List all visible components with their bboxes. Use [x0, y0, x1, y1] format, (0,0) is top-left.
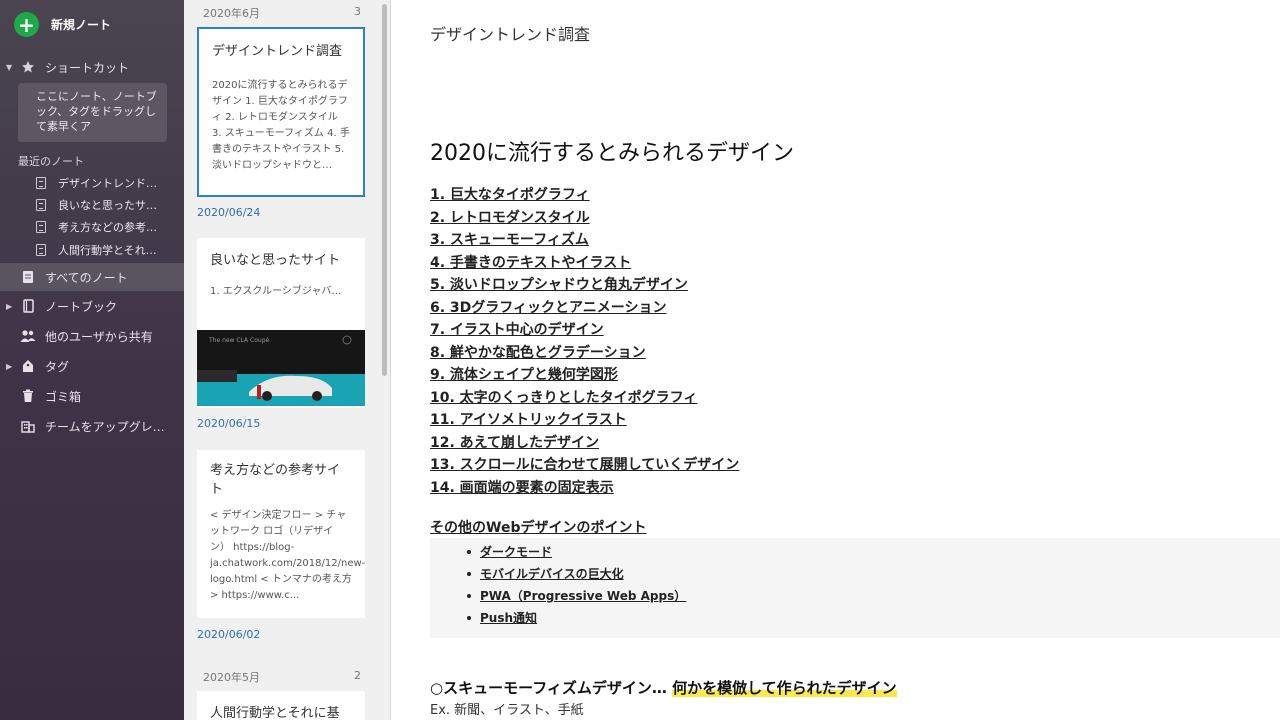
trend-link[interactable]: 12. あえて崩したデザイン	[430, 432, 739, 455]
recent-note-item[interactable]: 考え方などの参考…	[36, 218, 157, 236]
others-link[interactable]: モバイルデバイスの巨大化	[467, 563, 1280, 585]
trend-link[interactable]: 10. 太字のくっきりとしたタイポグラフィ	[430, 387, 739, 410]
month-header: 2020年5月	[203, 671, 260, 684]
month-note-count: 2	[354, 669, 361, 682]
note-card-snippet: 2020に流行するとみられるデザイン 1. 巨大なタイポグラフィ 2. レトロモ…	[212, 80, 350, 171]
month-header: 2020年6月	[203, 7, 260, 20]
trend-link[interactable]: 4. 手書きのテキストやイラスト	[430, 252, 739, 275]
note-title[interactable]: デザイントレンド調査	[430, 21, 590, 45]
recent-note-item[interactable]: デザイントレンド…	[36, 174, 157, 192]
sidebar-item-tags[interactable]: ▶ タグ	[0, 353, 184, 379]
notebook-icon	[20, 298, 36, 314]
sidebar-item-label: すべてのノート	[45, 270, 128, 285]
others-heading-link[interactable]: その他のWebデザインのポイント	[430, 517, 646, 537]
recent-note-label: 人間行動学とそれ…	[58, 244, 157, 257]
new-note-label: 新規ノート	[51, 18, 112, 32]
trash-icon	[20, 388, 36, 404]
note-icon	[36, 177, 46, 189]
plus-icon: +	[14, 12, 39, 37]
caret-right-icon[interactable]: ▶	[6, 362, 16, 371]
note-card-title: 人間行動学とそれに基	[210, 706, 340, 720]
others-link[interactable]: Push通知	[467, 607, 1280, 629]
shortcut-drop-hint: ここにノート、ノートブック、タグをドラッグして素早くア	[18, 83, 167, 142]
note-icon	[36, 244, 46, 256]
note-card-title: デザイントレンド調査	[212, 44, 343, 59]
note-list-scrollbar[interactable]	[382, 4, 387, 376]
sidebar-item-label: ゴミ箱	[45, 389, 82, 404]
caret-right-icon[interactable]: ▶	[6, 302, 16, 311]
note-thumbnail-image: The new CLA Coupé	[197, 330, 365, 406]
trend-link[interactable]: 9. 流体シェイプと幾何学図形	[430, 364, 739, 387]
note-card-title: 考え方などの参考サイト	[210, 463, 341, 497]
recent-note-label: 考え方などの参考…	[58, 221, 157, 234]
trend-link[interactable]: 13. スクロールに合わせて展開していくデザイン	[430, 454, 739, 477]
skeuomorphism-heading: ○スキューモーフィズムデザイン… 何かを模倣して作られたデザイン	[430, 677, 897, 698]
others-list: ダークモード モバイルデバイスの巨大化 PWA（Progressive Web …	[430, 538, 1280, 638]
note-icon	[36, 199, 46, 211]
sidebar-item-upgrade[interactable]: チームをアップグレ…	[0, 413, 184, 439]
note-card-snippet: 1. エクスクルーシブジャバ…	[210, 286, 342, 297]
note-card-title: 良いなと思ったサイト	[210, 253, 341, 268]
note-card[interactable]: 考え方などの参考サイト < デザイン決定フロー > チャットワーク ロゴ（リデザ…	[197, 450, 365, 618]
star-icon	[20, 59, 36, 75]
trend-link[interactable]: 2. レトロモダンスタイル	[430, 207, 739, 230]
note-heading: 2020に流行するとみられるデザイン	[430, 141, 794, 166]
thumbnail-caption: The new CLA Coupé	[208, 337, 270, 344]
sidebar-item-trash[interactable]: ゴミ箱	[0, 383, 184, 409]
note-card-date: 2020/06/15	[197, 417, 261, 430]
sidebar-item-label: タグ	[45, 359, 70, 374]
note-card[interactable]: デザイントレンド調査 2020に流行するとみられるデザイン 1. 巨大なタイポグ…	[197, 27, 365, 197]
month-note-count: 3	[354, 5, 361, 18]
building-icon	[20, 418, 36, 434]
sidebar: + 新規ノート ▼ ショートカット ここにノート、ノートブック、タグをドラッグし…	[0, 0, 184, 720]
tag-icon	[20, 358, 36, 374]
recent-notes-heading: 最近のノート	[18, 155, 84, 168]
sidebar-item-label: ノートブック	[45, 299, 118, 314]
trend-link[interactable]: 7. イラスト中心のデザイン	[430, 319, 739, 342]
sidebar-item-label: ショートカット	[45, 60, 130, 75]
users-icon	[20, 328, 36, 344]
trend-link[interactable]: 3. スキューモーフィズム	[430, 229, 739, 252]
trend-link[interactable]: 14. 画面端の要素の固定表示	[430, 477, 739, 500]
trend-link[interactable]: 11. アイソメトリックイラスト	[430, 409, 739, 432]
example-text: Ex. 新聞、イラスト、手紙	[430, 703, 584, 718]
note-card[interactable]: 良いなと思ったサイト 1. エクスクルーシブジャバ… The new CLA C…	[197, 238, 365, 408]
sidebar-item-notebooks[interactable]: ▶ ノートブック	[0, 293, 184, 319]
recent-note-label: 良いなと思ったサ…	[58, 199, 157, 212]
sidebar-item-all-notes[interactable]: すべてのノート	[0, 263, 184, 291]
sidebar-item-shared[interactable]: 他のユーザから共有	[0, 323, 184, 349]
note-card-snippet: < デザイン決定フロー > チャットワーク ロゴ（リデザイン） https://…	[210, 510, 365, 601]
recent-note-item[interactable]: 良いなと思ったサ…	[36, 196, 157, 214]
note-icon	[36, 221, 46, 233]
skeuomorphism-label: ○スキューモーフィズムデザイン…	[430, 679, 667, 697]
notes-icon	[20, 269, 36, 285]
note-card[interactable]: 人間行動学とそれに基	[197, 691, 365, 720]
note-list: 2020年6月 3 デザイントレンド調査 2020に流行するとみられるデザイン …	[184, 0, 390, 720]
trend-link[interactable]: 8. 鮮やかな配色とグラデーション	[430, 342, 739, 365]
others-link[interactable]: PWA（Progressive Web Apps）	[467, 585, 1280, 607]
note-card-date: 2020/06/02	[197, 628, 261, 641]
sidebar-item-shortcuts[interactable]: ▼ ショートカット	[0, 54, 184, 80]
sidebar-item-label: 他のユーザから共有	[45, 329, 153, 344]
others-link[interactable]: ダークモード	[467, 541, 1280, 563]
recent-note-label: デザイントレンド…	[58, 177, 157, 190]
note-editor[interactable]: デザイントレンド調査 2020に流行するとみられるデザイン 1. 巨大なタイポグ…	[390, 0, 1280, 720]
caret-down-icon[interactable]: ▼	[6, 63, 16, 72]
highlighted-text: 何かを模倣して作られたデザイン	[672, 679, 897, 697]
recent-note-item[interactable]: 人間行動学とそれ…	[36, 241, 157, 259]
trend-link[interactable]: 5. 淡いドロップシャドウと角丸デザイン	[430, 274, 739, 297]
note-card-date: 2020/06/24	[197, 206, 261, 219]
trend-link[interactable]: 6. 3Dグラフィックとアニメーション	[430, 297, 739, 320]
trend-link[interactable]: 1. 巨大なタイポグラフィ	[430, 184, 739, 207]
sidebar-item-label: チームをアップグレ…	[45, 419, 165, 434]
trend-list: 1. 巨大なタイポグラフィ 2. レトロモダンスタイル 3. スキューモーフィズ…	[430, 184, 739, 499]
new-note-button[interactable]: + 新規ノート	[14, 12, 111, 37]
